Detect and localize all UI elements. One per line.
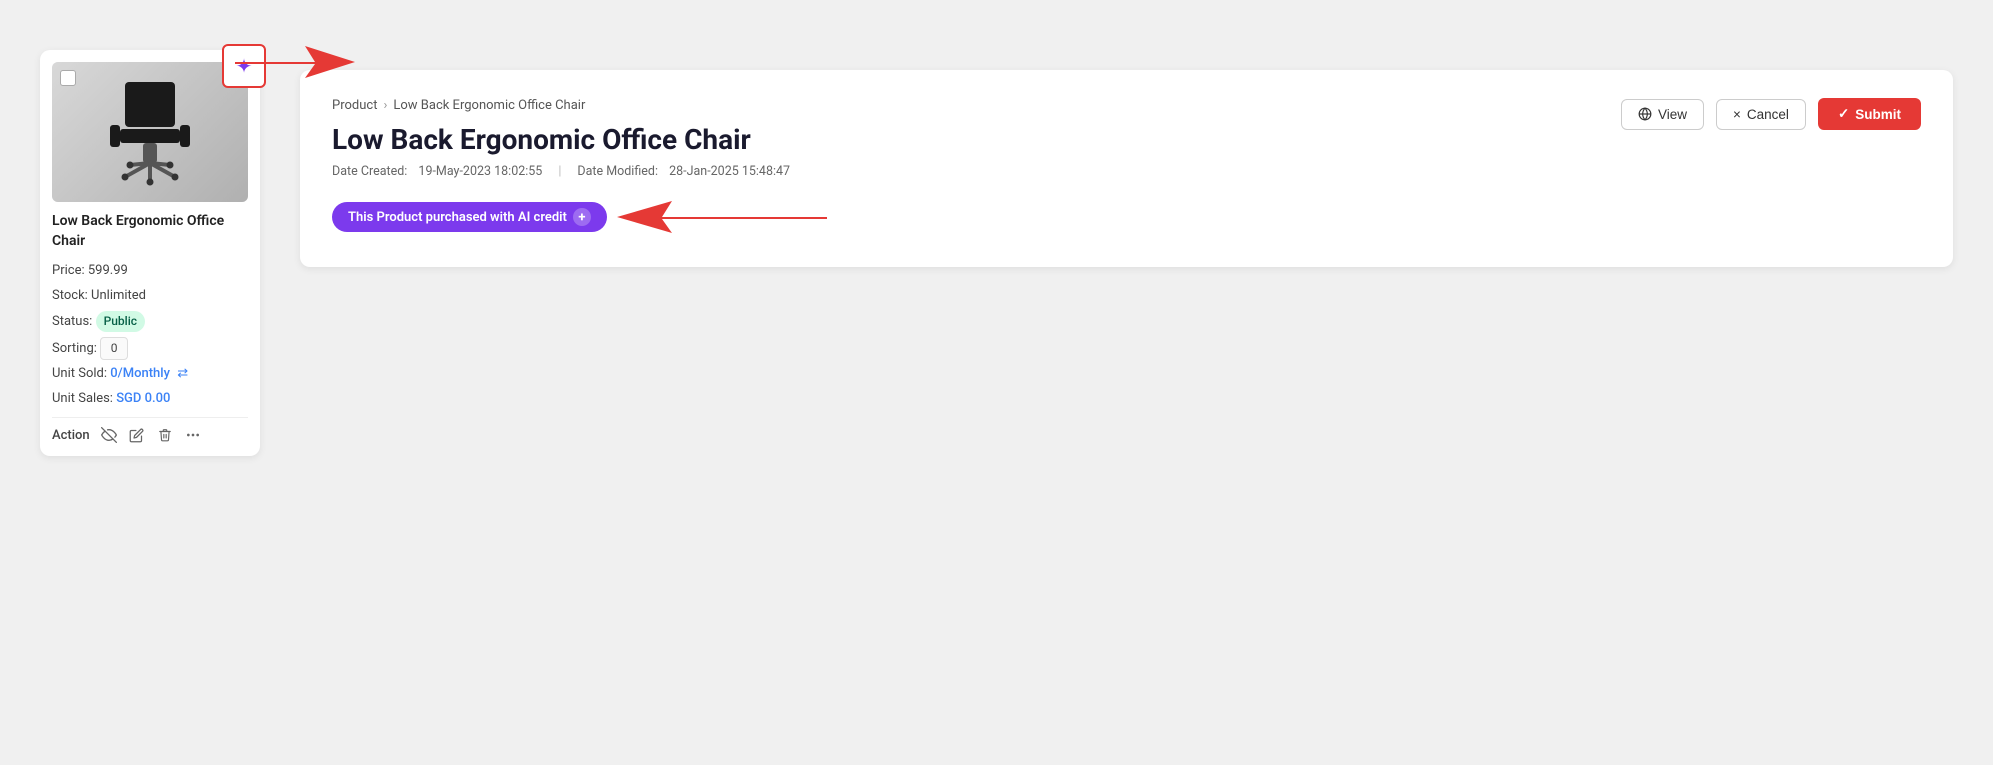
- card-sorting: Sorting: 0: [52, 337, 248, 360]
- sorting-value[interactable]: 0: [100, 337, 128, 360]
- card-product-title: Low Back Ergonomic Office Chair: [52, 212, 248, 251]
- red-arrow-badge-svg: [617, 195, 827, 239]
- card-unit-sales: Unit Sales: SGD 0.00: [52, 389, 248, 410]
- annotation-arrow-badge: [617, 195, 827, 239]
- date-created-value: 19-May-2023 18:02:55: [418, 164, 542, 179]
- product-checkbox[interactable]: [60, 70, 76, 86]
- unit-sales-value: SGD 0.00: [116, 391, 170, 406]
- detail-section: Product › Low Back Ergonomic Office Chai…: [300, 50, 1953, 267]
- breadcrumb-separator: ›: [383, 98, 387, 113]
- cancel-button[interactable]: × Cancel: [1716, 99, 1806, 130]
- unit-sold-arrow-icon: ⇄: [177, 366, 188, 381]
- breadcrumb-root[interactable]: Product: [332, 98, 377, 113]
- globe-icon: [1638, 107, 1652, 121]
- red-arrow-svg-top: [235, 42, 355, 82]
- panel-actions: View × Cancel ✓ Submit: [1621, 98, 1921, 130]
- date-modified-label: Date Modified: 28-Jan-2025 15:48:47: [577, 164, 790, 179]
- card-unit-sold: Unit Sold: 0/Monthly ⇄: [52, 364, 248, 385]
- eye-off-icon[interactable]: [100, 426, 118, 444]
- date-created-label: Date Created: 19-May-2023 18:02:55: [332, 164, 542, 179]
- product-card: ✦: [40, 50, 260, 456]
- ai-badge-text: This Product purchased with AI credit: [348, 210, 567, 225]
- annotation-arrow-top: [235, 42, 355, 82]
- card-action-row: Action: [52, 426, 248, 444]
- status-badge: Public: [96, 311, 145, 332]
- ai-badge-row: This Product purchased with AI credit +: [332, 195, 1921, 239]
- submit-check-icon: ✓: [1838, 106, 1849, 122]
- action-label: Action: [52, 428, 90, 443]
- submit-button[interactable]: ✓ Submit: [1818, 98, 1921, 130]
- card-divider: [52, 417, 248, 418]
- card-status: Status: Public: [52, 311, 248, 333]
- meta-separator: |: [558, 164, 561, 179]
- detail-panel: Product › Low Back Ergonomic Office Chai…: [300, 70, 1953, 267]
- detail-meta: Date Created: 19-May-2023 18:02:55 | Dat…: [332, 164, 1921, 179]
- card-price: Price: 599.99: [52, 261, 248, 282]
- product-image: [52, 62, 248, 202]
- card-image-wrapper: ✦: [52, 62, 248, 202]
- breadcrumb-current: Low Back Ergonomic Office Chair: [393, 98, 585, 113]
- unit-sold-value[interactable]: 0/Monthly: [110, 366, 170, 381]
- card-stock: Stock: Unlimited: [52, 286, 248, 307]
- chair-illustration: [105, 77, 195, 187]
- product-card-section: ✦: [40, 30, 260, 456]
- more-icon[interactable]: [184, 426, 202, 444]
- view-button[interactable]: View: [1621, 99, 1704, 130]
- trash-icon[interactable]: [156, 426, 174, 444]
- ai-credit-badge[interactable]: This Product purchased with AI credit +: [332, 202, 607, 232]
- date-modified-value: 28-Jan-2025 15:48:47: [669, 164, 790, 179]
- edit-icon[interactable]: [128, 426, 146, 444]
- ai-badge-plus-icon: +: [573, 208, 591, 226]
- cancel-cross-icon: ×: [1733, 107, 1741, 122]
